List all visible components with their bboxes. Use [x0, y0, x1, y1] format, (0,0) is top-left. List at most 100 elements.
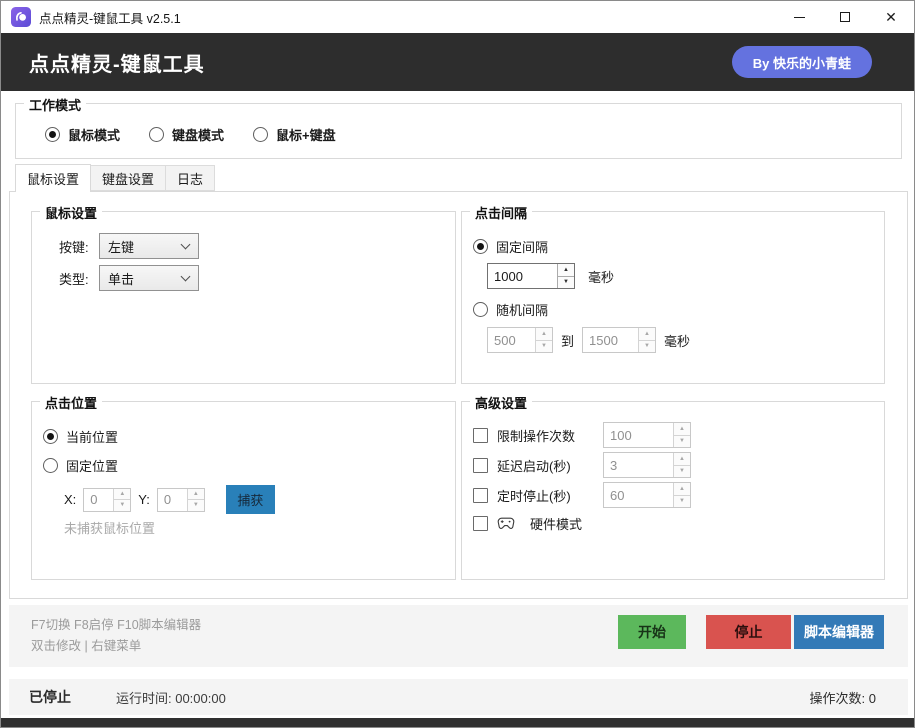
maximize-button[interactable] — [822, 1, 868, 33]
chevron-down-icon — [181, 240, 191, 250]
timed-stop-label: 定时停止(秒) — [497, 486, 594, 505]
spinner-down-button[interactable]: ▼ — [114, 500, 130, 511]
stop-button[interactable]: 停止 — [706, 615, 791, 649]
fixed-position-option[interactable]: 固定位置 — [43, 456, 118, 475]
spinner-up-button[interactable]: ▲ — [188, 489, 204, 501]
spinner-down-button[interactable]: ▼ — [639, 341, 655, 353]
tab-strip: 鼠标设置 键盘设置 日志 — [15, 164, 215, 192]
workmode-option-mouse-keyboard[interactable]: 鼠标+键盘 — [253, 125, 336, 144]
workmode-option-mouse[interactable]: 鼠标模式 — [45, 125, 120, 144]
mouse-button-select[interactable]: 左键 — [99, 233, 199, 259]
random-min-spinner[interactable]: 500 ▲ ▼ — [487, 327, 553, 353]
spinner-down-button[interactable]: ▼ — [188, 500, 204, 511]
close-button[interactable]: ✕ — [868, 1, 914, 33]
fixed-interval-spinner[interactable]: 1000 ▲ ▼ — [487, 263, 575, 289]
radio-unchecked[interactable] — [473, 302, 488, 317]
fixed-interval-row: 1000 ▲ ▼ 毫秒 — [487, 263, 614, 289]
script-editor-button[interactable]: 脚本编辑器 — [794, 615, 884, 649]
capture-button[interactable]: 捕获 — [226, 485, 275, 514]
checkbox-unchecked[interactable] — [473, 458, 488, 473]
spinner-value: 100 — [604, 423, 673, 447]
checkbox-unchecked[interactable] — [473, 428, 488, 443]
workmode-option-label: 鼠标模式 — [68, 125, 120, 144]
status-runtime: 运行时间: 00:00:00 — [116, 679, 226, 715]
hardware-mode-label: 硬件模式 — [530, 514, 582, 533]
spinner-buttons: ▲ ▼ — [557, 264, 574, 288]
minimize-button[interactable] — [776, 1, 822, 33]
limit-count-spinner[interactable]: 100 ▲ ▼ — [603, 422, 691, 448]
spinner-buttons: ▲ ▼ — [187, 489, 204, 511]
spinner-up-button[interactable]: ▲ — [674, 423, 690, 436]
gamepad-icon — [497, 517, 515, 530]
fixed-interval-option[interactable]: 固定间隔 — [473, 237, 548, 256]
spinner-value: 0 — [158, 489, 187, 511]
workmode-option-label: 鼠标+键盘 — [276, 125, 336, 144]
capture-hint: 未捕获鼠标位置 — [64, 518, 155, 537]
click-position-legend: 点击位置 — [40, 393, 102, 412]
mouse-type-select[interactable]: 单击 — [99, 265, 199, 291]
minimize-icon — [794, 17, 805, 18]
spinner-down-button[interactable]: ▼ — [674, 496, 690, 508]
spinner-down-button[interactable]: ▼ — [536, 341, 552, 353]
window-bottom-edge — [1, 718, 914, 727]
spinner-up-button[interactable]: ▲ — [536, 328, 552, 341]
random-interval-option[interactable]: 随机间隔 — [473, 300, 548, 319]
app-header: 点点精灵-键鼠工具 By 快乐的小青蛙 — [1, 33, 914, 91]
app-logo-icon — [11, 7, 31, 27]
spinner-value: 0 — [84, 489, 113, 511]
spinner-down-button[interactable]: ▼ — [674, 466, 690, 478]
spinner-value: 3 — [604, 453, 673, 477]
work-mode-legend: 工作模式 — [24, 95, 86, 114]
spinner-up-button[interactable]: ▲ — [639, 328, 655, 341]
status-operation-count: 操作次数: 0 — [810, 679, 876, 715]
mouse-type-value: 单击 — [108, 269, 134, 288]
checkbox-unchecked[interactable] — [473, 516, 488, 531]
spinner-buttons: ▲ ▼ — [673, 483, 690, 507]
mouse-type-label: 类型: — [59, 269, 99, 288]
fixed-interval-label: 固定间隔 — [496, 237, 548, 256]
checkbox-unchecked[interactable] — [473, 488, 488, 503]
start-button[interactable]: 开始 — [618, 615, 686, 649]
tab-mouse-settings[interactable]: 鼠标设置 — [15, 164, 91, 192]
radio-checked[interactable] — [45, 127, 60, 142]
radio-unchecked[interactable] — [43, 458, 58, 473]
author-badge[interactable]: By 快乐的小青蛙 — [732, 46, 872, 78]
mouse-button-value: 左键 — [108, 237, 134, 256]
click-position-group: 点击位置 当前位置 固定位置 X: 0 ▲ ▼ Y: 0 ▲ ▼ — [31, 401, 456, 580]
mouse-button-row: 按键: 左键 — [59, 233, 199, 259]
radio-checked[interactable] — [43, 429, 58, 444]
interval-to-label: 到 — [561, 331, 574, 350]
click-interval-legend: 点击间隔 — [470, 203, 532, 222]
workmode-option-keyboard[interactable]: 键盘模式 — [149, 125, 224, 144]
advanced-settings-group: 高级设置 限制操作次数 100 ▲ ▼ 延迟启动(秒) 3 ▲ ▼ — [461, 401, 885, 580]
workmode-option-label: 键盘模式 — [172, 125, 224, 144]
limit-count-row: 限制操作次数 100 ▲ ▼ — [473, 422, 691, 448]
timed-stop-row: 定时停止(秒) 60 ▲ ▼ — [473, 482, 691, 508]
radio-checked[interactable] — [473, 239, 488, 254]
page-title: 点点精灵-键鼠工具 — [29, 48, 205, 77]
random-max-spinner[interactable]: 1500 ▲ ▼ — [582, 327, 656, 353]
tab-log[interactable]: 日志 — [166, 165, 215, 191]
footer-bar: F7切换 F8启停 F10脚本编辑器 双击修改 | 右键菜单 开始 停止 脚本编… — [9, 605, 908, 667]
spinner-up-button[interactable]: ▲ — [674, 483, 690, 496]
work-mode-options: 鼠标模式 键盘模式 鼠标+键盘 — [45, 125, 336, 144]
spinner-down-button[interactable]: ▼ — [674, 436, 690, 448]
spinner-up-button[interactable]: ▲ — [558, 264, 574, 277]
spinner-up-button[interactable]: ▲ — [674, 453, 690, 466]
mouse-type-row: 类型: 单击 — [59, 265, 199, 291]
delay-start-spinner[interactable]: 3 ▲ ▼ — [603, 452, 691, 478]
timed-stop-spinner[interactable]: 60 ▲ ▼ — [603, 482, 691, 508]
tab-keyboard-settings[interactable]: 键盘设置 — [91, 165, 166, 191]
spinner-buttons: ▲ ▼ — [673, 423, 690, 447]
spinner-buttons: ▲ ▼ — [113, 489, 130, 511]
hardware-mode-row[interactable]: 硬件模式 — [473, 514, 582, 533]
spinner-up-button[interactable]: ▲ — [114, 489, 130, 501]
y-spinner[interactable]: 0 ▲ ▼ — [157, 488, 205, 512]
x-label: X: — [64, 492, 76, 507]
x-spinner[interactable]: 0 ▲ ▼ — [83, 488, 131, 512]
spinner-value: 60 — [604, 483, 673, 507]
radio-unchecked[interactable] — [149, 127, 164, 142]
spinner-down-button[interactable]: ▼ — [558, 277, 574, 289]
radio-unchecked[interactable] — [253, 127, 268, 142]
current-position-option[interactable]: 当前位置 — [43, 427, 118, 446]
